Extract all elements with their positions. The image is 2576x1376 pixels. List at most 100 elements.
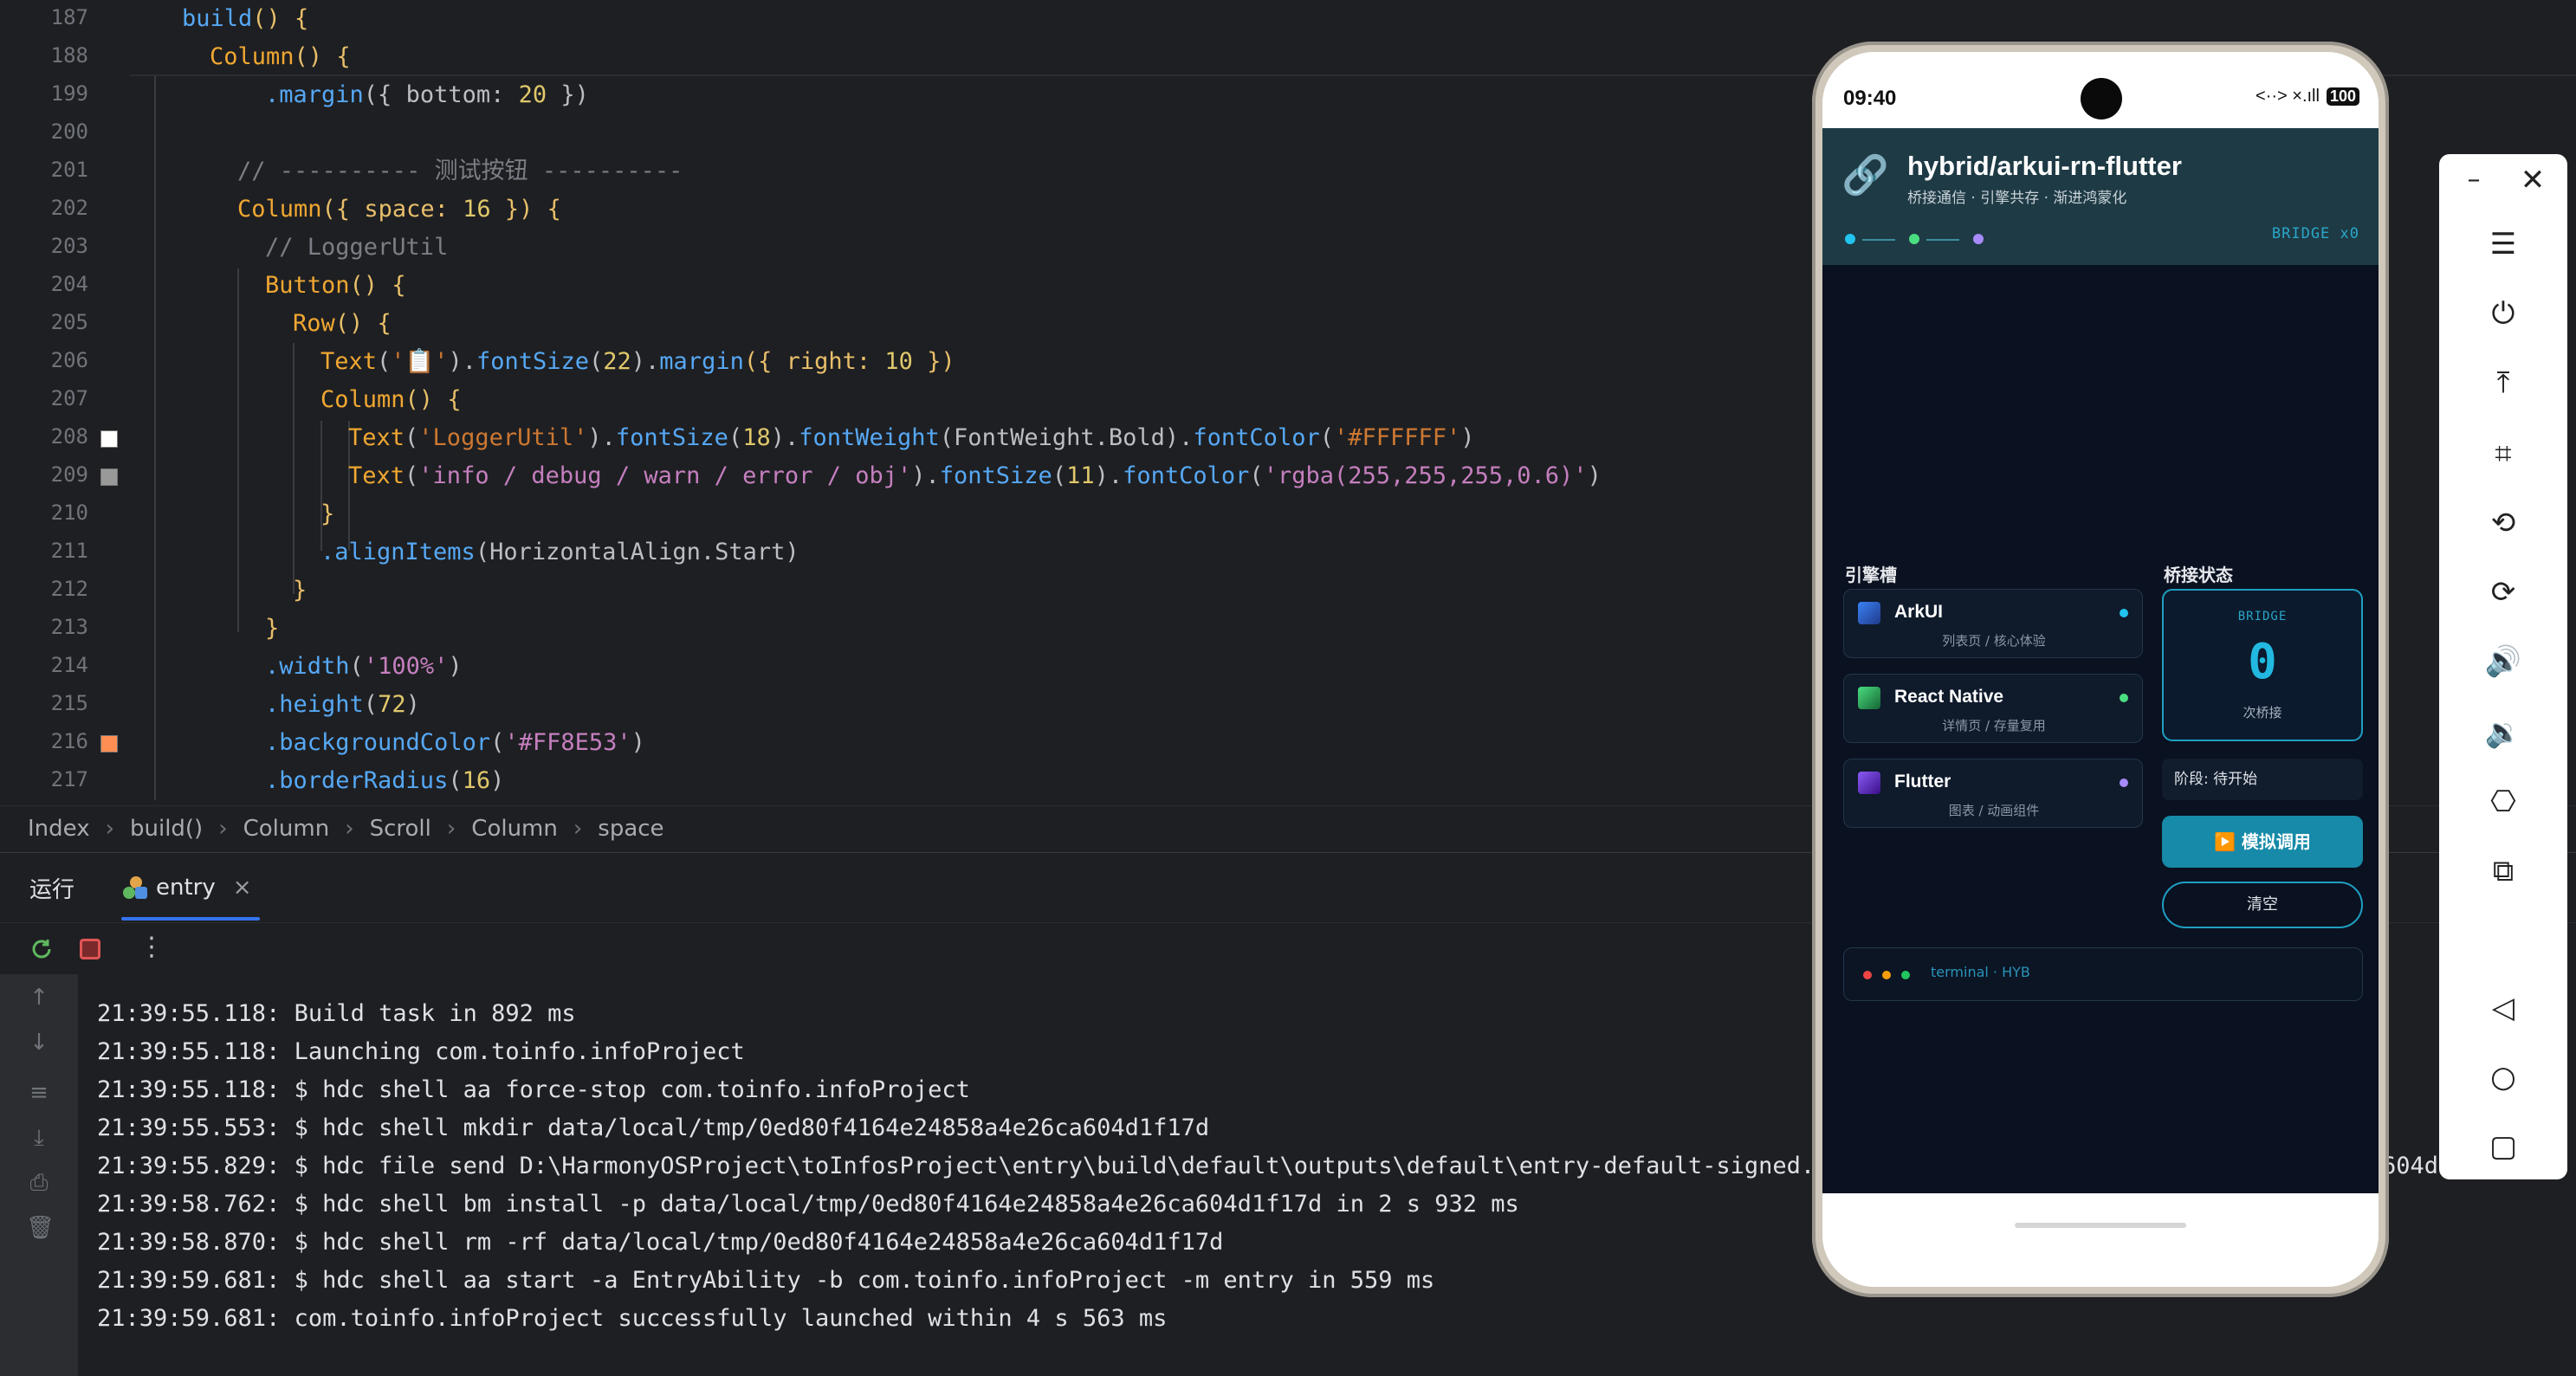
simulate-call-button[interactable]: ▶️ 模拟调用 bbox=[2162, 816, 2363, 868]
power-icon[interactable]: ⏻ bbox=[2439, 287, 2567, 339]
console-line: 21:39:59.681: $ hdc shell aa start -a En… bbox=[97, 1267, 1435, 1294]
stop-icon[interactable] bbox=[80, 939, 100, 959]
recents-icon[interactable]: ▢ bbox=[2439, 1121, 2567, 1173]
status-bar: 09:40 <··> ×.ıll 100 bbox=[1822, 52, 2379, 120]
terminal-dot-yellow bbox=[1882, 971, 1891, 979]
phone-screen[interactable]: 09:40 <··> ×.ıll 100 🔗 hybrid/arkui-rn-f… bbox=[1822, 52, 2379, 1287]
trash-icon[interactable]: 🗑 bbox=[26, 1215, 55, 1241]
rerun-icon[interactable] bbox=[29, 937, 54, 961]
run-panel-title: 运行 bbox=[29, 877, 75, 903]
code-line[interactable]: // LoggerUtil bbox=[182, 229, 448, 267]
more-options-icon[interactable]: ⋮ bbox=[139, 933, 165, 961]
link-icon: 🔗 bbox=[1841, 153, 1889, 197]
line-number: 212 bbox=[50, 577, 88, 601]
print-icon[interactable]: ⎙ bbox=[26, 1170, 52, 1196]
close-tab-icon[interactable]: × bbox=[233, 875, 252, 901]
breadcrumb-item[interactable]: Column bbox=[471, 816, 558, 842]
code-line[interactable]: .borderRadius(16) bbox=[182, 762, 504, 800]
color-preview-swatch[interactable] bbox=[100, 735, 118, 753]
code-line[interactable]: build() { bbox=[182, 0, 308, 38]
code-line[interactable]: Text('LoggerUtil').fontSize(18).fontWeig… bbox=[182, 419, 1475, 457]
line-number: 215 bbox=[50, 691, 88, 715]
console-line: 21:39:55.553: $ hdc shell mkdir data/loc… bbox=[97, 1114, 1210, 1141]
line-number: 207 bbox=[50, 386, 88, 410]
console-line: 21:39:55.118: Build task in 892 ms bbox=[97, 1000, 576, 1027]
engine-flow-indicator bbox=[1845, 232, 2001, 246]
scroll-to-end-icon[interactable]: ⤓ bbox=[26, 1125, 52, 1151]
engine-name: React Native bbox=[1894, 687, 2004, 707]
console-line: 21:39:55.829: $ hdc file send D:\Harmony… bbox=[97, 1153, 1843, 1179]
code-line[interactable]: Column() { bbox=[182, 381, 462, 419]
engine-card-arkui[interactable]: ArkUI 列表页 / 核心体验 bbox=[1843, 589, 2143, 658]
code-line[interactable]: .alignItems(HorizontalAlign.Start) bbox=[182, 533, 799, 572]
code-line[interactable]: .width('100%') bbox=[182, 648, 463, 686]
code-line[interactable]: Text('info / debug / warn / error / obj'… bbox=[182, 457, 1602, 495]
phone-emulator: 09:40 <··> ×.ıll 100 🔗 hybrid/arkui-rn-f… bbox=[1812, 42, 2389, 1297]
code-line[interactable]: .height(72) bbox=[182, 686, 420, 724]
signal-icon: <··> ×.ıll bbox=[2256, 87, 2320, 106]
code-line[interactable]: Button() { bbox=[182, 267, 406, 305]
volume-down-icon[interactable]: 🔉 bbox=[2439, 707, 2567, 759]
breadcrumb-separator: › bbox=[218, 815, 228, 842]
rotate-left-icon[interactable]: ⟲ bbox=[2439, 497, 2567, 549]
front-camera bbox=[2081, 78, 2122, 120]
scroll-down-icon[interactable]: ↓ bbox=[26, 1030, 52, 1056]
console-line: 21:39:58.870: $ hdc shell rm -rf data/lo… bbox=[97, 1229, 1224, 1256]
clear-button[interactable]: 清空 bbox=[2162, 882, 2363, 928]
line-number: 201 bbox=[50, 158, 88, 182]
tab-entry[interactable]: entry × bbox=[121, 867, 260, 921]
bridge-counter: BRIDGE x0 bbox=[2271, 225, 2359, 242]
line-number: 188 bbox=[50, 43, 88, 68]
line-number: 204 bbox=[50, 272, 88, 296]
soft-wrap-icon[interactable]: ≡ bbox=[26, 1080, 52, 1106]
engine-desc: 图表 / 动画组件 bbox=[1948, 803, 2040, 818]
app-subtitle: 桥接通信 · 引擎共存 · 渐进鸿蒙化 bbox=[1907, 190, 2127, 207]
scroll-up-icon[interactable]: ↑ bbox=[26, 985, 52, 1011]
color-preview-swatch[interactable] bbox=[100, 468, 118, 486]
shake-icon[interactable]: ⎔ bbox=[2439, 776, 2567, 828]
breadcrumb-item[interactable]: space bbox=[598, 816, 663, 842]
code-line[interactable]: Column({ space: 16 }) { bbox=[182, 191, 561, 229]
engine-name: Flutter bbox=[1894, 772, 1951, 791]
flow-dot-flutter bbox=[1973, 234, 1984, 244]
breadcrumb-separator: › bbox=[446, 815, 456, 842]
app-config-icon bbox=[121, 875, 147, 901]
back-icon[interactable]: ◁ bbox=[2439, 982, 2567, 1034]
engine-card-react-native[interactable]: React Native 详情页 / 存量复用 bbox=[1843, 674, 2143, 743]
engine-section-title: 引擎槽 bbox=[1845, 565, 1897, 585]
engine-card-flutter[interactable]: Flutter 图表 / 动画组件 bbox=[1843, 759, 2143, 828]
breadcrumb-item[interactable]: build() bbox=[130, 816, 203, 842]
crop-icon[interactable]: ⌗ bbox=[2439, 428, 2567, 480]
breadcrumb-item[interactable]: Column bbox=[243, 816, 330, 842]
rotate-right-icon[interactable]: ⟳ bbox=[2439, 566, 2567, 618]
line-number: 213 bbox=[50, 615, 88, 639]
code-line[interactable]: } bbox=[182, 610, 279, 648]
volume-up-icon[interactable]: 🔊 bbox=[2439, 636, 2567, 688]
line-number: 211 bbox=[50, 539, 88, 563]
multi-screen-icon[interactable]: ⧉ bbox=[2439, 845, 2567, 897]
code-line[interactable]: Row() { bbox=[182, 305, 392, 343]
code-line[interactable]: Column() { bbox=[182, 38, 351, 76]
code-line[interactable]: // ---------- 测试按钮 ---------- bbox=[182, 152, 683, 191]
code-line[interactable]: .margin({ bottom: 20 }) bbox=[182, 76, 589, 114]
line-number-gutter: 187 188 199 200 201 202 203 204 205 206 207 208 209 2… bbox=[0, 0, 130, 797]
indent-guide bbox=[154, 76, 156, 800]
gesture-bar bbox=[1822, 1193, 2379, 1287]
code-line[interactable]: .backgroundColor('#FF8E53') bbox=[182, 724, 645, 762]
bridge-count-value: 0 bbox=[2248, 634, 2277, 690]
code-line[interactable]: } bbox=[182, 572, 307, 610]
pin-top-icon[interactable]: ⤒ bbox=[2439, 357, 2567, 409]
line-number: 216 bbox=[50, 729, 88, 753]
app-title: hybrid/arkui-rn-flutter bbox=[1907, 151, 2182, 181]
color-preview-swatch[interactable] bbox=[100, 430, 118, 448]
home-indicator[interactable] bbox=[2015, 1223, 2186, 1228]
code-line[interactable]: Text('📋').fontSize(22).margin({ right: 1… bbox=[182, 343, 955, 381]
code-line[interactable]: } bbox=[182, 495, 334, 533]
close-icon[interactable]: ✕ bbox=[2469, 154, 2576, 206]
flow-dot-rn bbox=[1909, 234, 1919, 244]
menu-icon[interactable]: ☰ bbox=[2439, 218, 2567, 270]
console-line: 21:39:55.118: $ hdc shell aa force-stop … bbox=[97, 1076, 970, 1103]
breadcrumb-item[interactable]: Scroll bbox=[370, 816, 431, 842]
home-icon[interactable]: ○ bbox=[2439, 1051, 2567, 1103]
breadcrumb-item[interactable]: Index bbox=[28, 816, 90, 842]
